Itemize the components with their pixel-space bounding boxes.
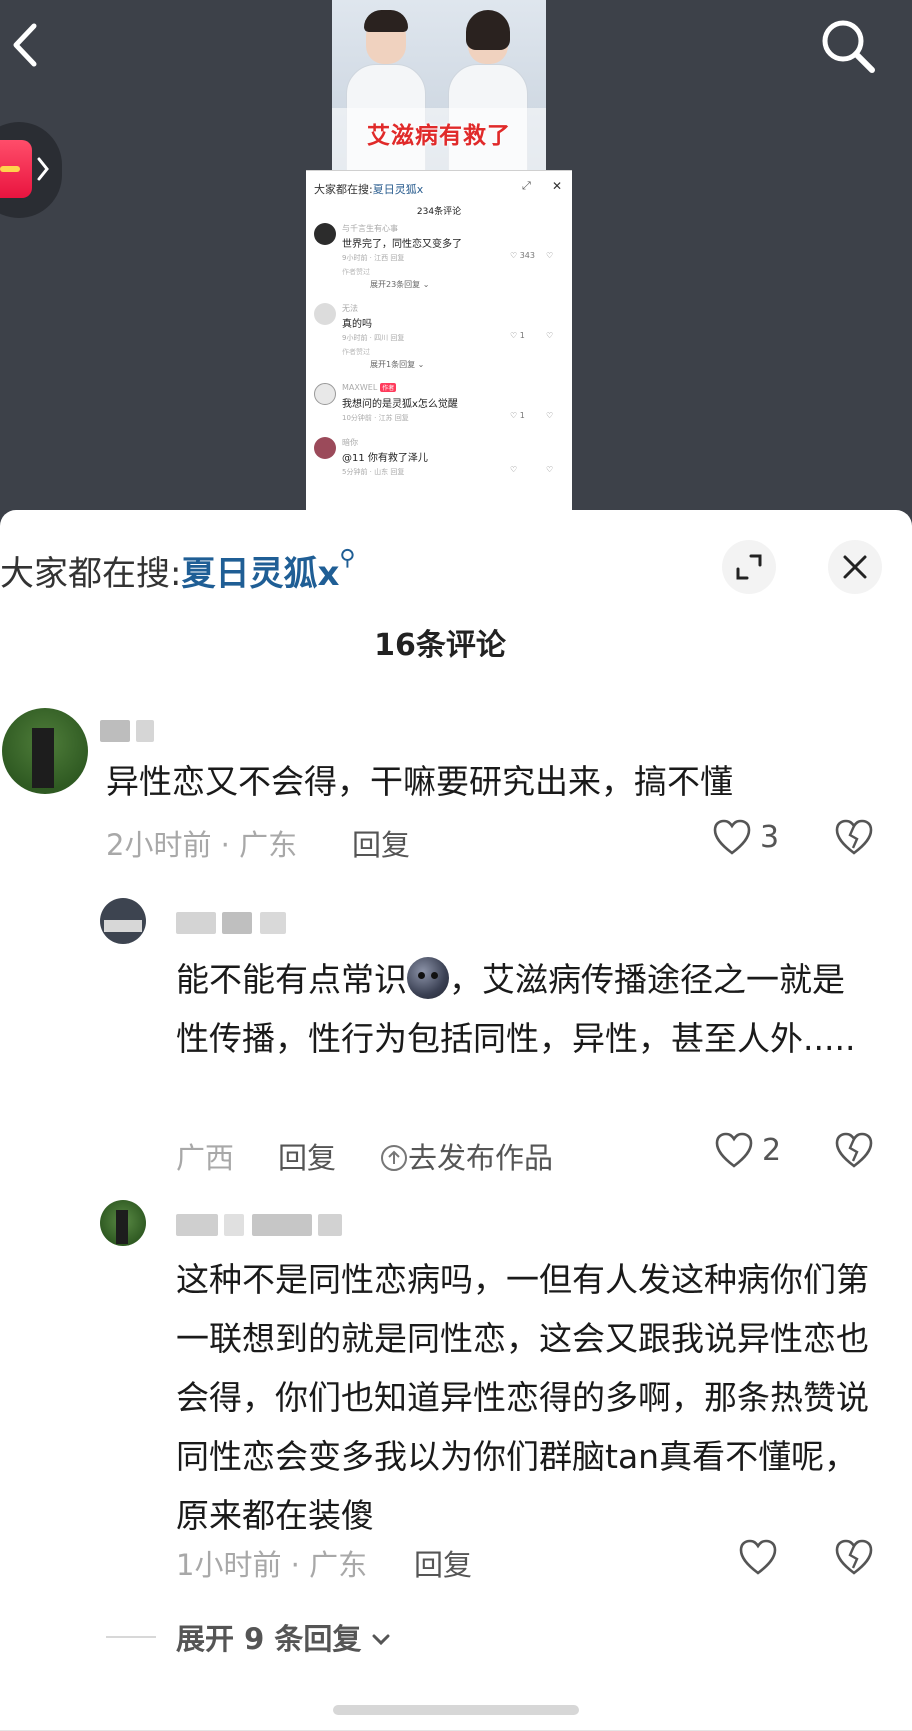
reply-item: 能不能有点常识 ，艾滋病传播途径之一就是性传播，性行为包括同性，异性，甚至人外..… [0,890,912,1175]
video-background[interactable]: 艾滋病有救了 大家都在搜:夏日灵狐x ⤢ ✕ 234条评论 与千言生有心事 世界… [0,0,912,510]
search-button[interactable] [818,16,878,76]
home-indicator [333,1705,579,1715]
embedded-comment-count: 234条评论 [416,207,462,217]
red-packet-icon [0,140,32,198]
reply-button[interactable]: 回复 [278,1135,336,1177]
comment-time-location: 2小时前 · 广东 [106,828,298,862]
expand-divider [106,1636,156,1638]
expand-button[interactable] [722,540,776,594]
reply-location: 广西 [176,1141,235,1175]
video-caption: 艾滋病有救了 [367,123,511,149]
like-button[interactable]: 2 [714,1131,781,1173]
video-thumbnail: 艾滋病有救了 [332,0,546,170]
upload-circle-icon [381,1145,407,1171]
like-count: 3 [760,820,780,855]
close-icon [843,555,867,579]
avatar [314,223,336,245]
red-packet-tab[interactable] [0,122,62,218]
avatar [314,383,336,405]
avatar[interactable] [100,898,146,944]
heart-icon [715,1132,753,1168]
embedded-expand-icon: ⤢ [522,179,531,192]
expand-replies-button[interactable]: 展开 9 条回复 [176,1616,391,1658]
like-count: 2 [762,1133,782,1168]
heart-icon [739,1539,777,1575]
search-small-icon: ⚲ [339,546,356,571]
search-suggestion-label: 大家都在搜: [0,554,182,594]
broken-heart-icon[interactable] [834,818,874,856]
like-button[interactable]: 3 [712,818,779,860]
moon-face-emoji-icon [407,957,449,999]
avatar [314,303,336,325]
embedded-search-hint: 大家都在搜:夏日灵狐x [314,183,424,196]
avatar[interactable] [2,708,88,794]
embedded-screenshot: 艾滋病有救了 大家都在搜:夏日灵狐x ⤢ ✕ 234条评论 与千言生有心事 世界… [306,0,572,510]
reply-item: 这种不是同性恋病吗，一但有人发这种病你们第一联想到的就是同性恋，这会又跟我说异性… [0,1190,912,1582]
broken-heart-icon[interactable] [834,1538,874,1576]
expand-icon [736,554,762,580]
comment-sheet: 大家都在搜:夏日灵狐x⚲ 16条评论 异性恋又不会得，干嘛要研究出来，搞不懂 2… [0,510,912,1731]
chevron-left-icon [13,23,37,67]
reply-text: 能不能有点常识 ，艾滋病传播途径之一就是性传播，性行为包括同性，异性，甚至人外..… [176,950,876,1068]
like-button[interactable] [738,1538,778,1580]
username-redacted[interactable] [176,1214,386,1236]
username-redacted[interactable] [176,912,316,934]
back-button[interactable] [6,22,46,68]
publish-work-button[interactable]: 去发布作品 [380,1135,553,1177]
reply-text: 这种不是同性恋病吗，一但有人发这种病你们第一联想到的就是同性恋，这会又跟我说异性… [176,1260,869,1535]
reply-button[interactable]: 回复 [352,822,410,864]
embedded-close-icon: ✕ [552,179,563,193]
reply-button[interactable]: 回复 [414,1542,472,1584]
avatar [314,437,336,459]
avatar[interactable] [100,1200,146,1246]
search-suggestion[interactable]: 大家都在搜:夏日灵狐x⚲ [0,546,356,595]
comment-count-title: 16条评论 [374,628,506,663]
search-suggestion-term[interactable]: 夏日灵狐 [181,554,317,594]
chevron-right-icon [37,157,49,181]
chevron-down-icon [372,1634,390,1646]
search-icon [822,20,875,73]
comment-item: 异性恋又不会得，干嘛要研究出来，搞不懂 2小时前 · 广东 回复 3 [0,700,912,862]
reply-time-location: 1小时前 · 广东 [176,1548,368,1582]
close-button[interactable] [828,540,882,594]
heart-icon [713,819,751,855]
comment-text: 异性恋又不会得，干嘛要研究出来，搞不懂 [106,762,733,801]
embedded-comment-panel: 大家都在搜:夏日灵狐x ⤢ ✕ 234条评论 与千言生有心事 世界完了，同性恋又… [306,170,572,510]
username-redacted[interactable] [100,720,170,742]
broken-heart-icon[interactable] [834,1131,874,1169]
